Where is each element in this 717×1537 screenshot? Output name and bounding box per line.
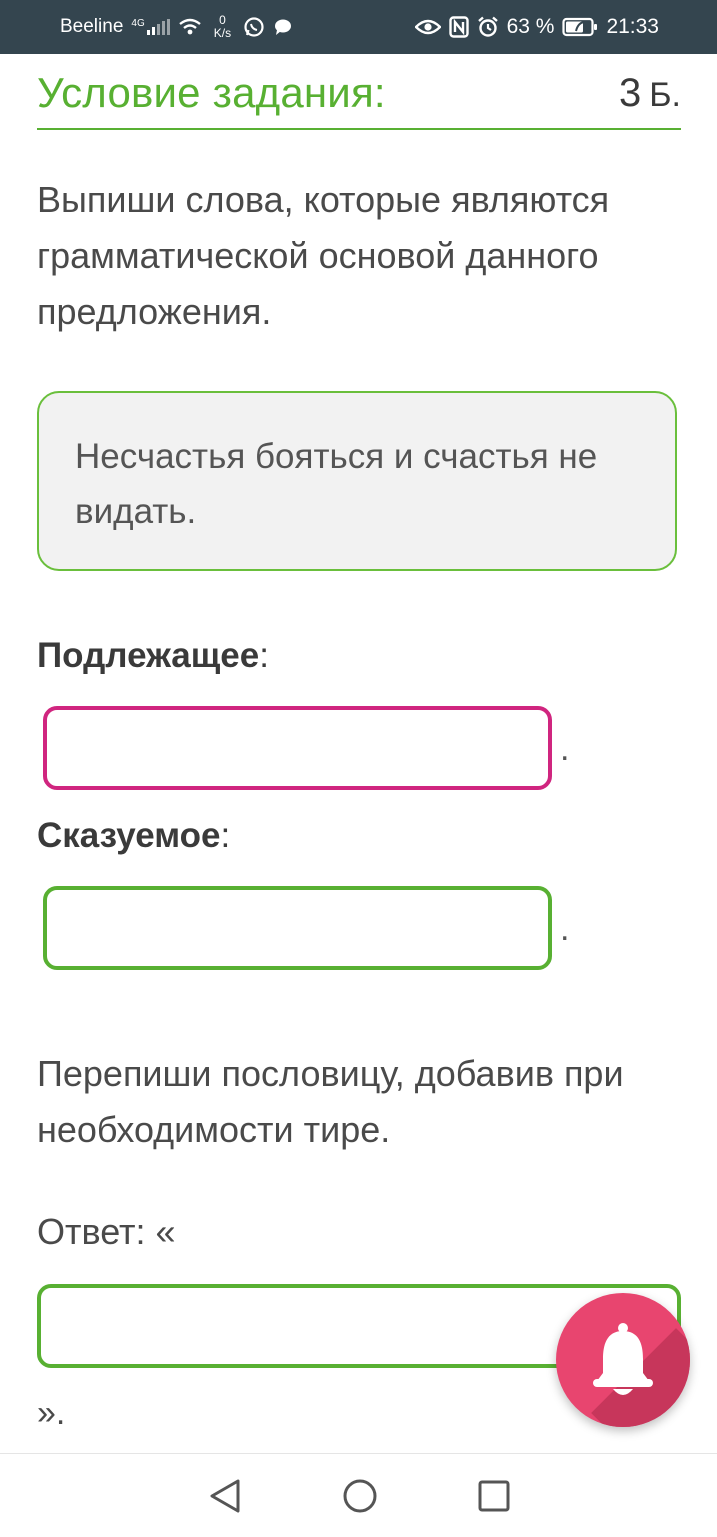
network-type: 4G <box>131 18 145 29</box>
notification-bell-button[interactable] <box>556 1293 690 1427</box>
home-icon[interactable] <box>342 1478 378 1514</box>
answer-close-quote: ». <box>37 1394 66 1432</box>
predicate-label-text: Сказуемое <box>37 816 221 855</box>
predicate-input[interactable] <box>43 886 552 970</box>
status-bar-right: 63 % 21:33 <box>414 15 659 39</box>
net-speed: 0 K/s <box>214 14 231 40</box>
sentence-box: Несчастья бояться и счастья не видать. <box>37 391 677 571</box>
eye-icon <box>414 19 441 35</box>
message-icon <box>275 19 292 35</box>
alarm-icon <box>477 16 498 37</box>
subject-label-colon: : <box>259 636 269 675</box>
task-instruction-2: Перепиши пословицу, добавив при необходи… <box>37 1053 624 1150</box>
bell-icon <box>593 1323 653 1395</box>
whatsapp-icon <box>244 17 264 37</box>
back-icon[interactable] <box>208 1478 242 1514</box>
task-title: Условие задания: <box>37 69 386 116</box>
signal-icon: 4G <box>131 18 170 35</box>
battery-percent: 63 % <box>506 15 555 38</box>
status-bar: Beeline 4G 0 K/s 63 % 21:33 <box>0 0 717 54</box>
status-bar-left: Beeline 4G 0 K/s <box>60 14 293 40</box>
navigation-bar <box>0 1453 717 1537</box>
subject-label: Подлежащее: <box>37 636 269 676</box>
points-unit: Б. <box>649 75 681 114</box>
net-speed-unit: K/s <box>213 26 232 40</box>
predicate-label-colon: : <box>220 816 231 855</box>
wifi-icon <box>178 18 201 35</box>
subject-label-text: Подлежащее <box>37 636 260 675</box>
points-value: 3 <box>618 70 642 115</box>
clock: 21:33 <box>606 15 659 38</box>
nfc-icon <box>448 16 469 38</box>
battery-icon <box>562 17 598 37</box>
task-header: Условие задания: 3 Б. <box>37 58 681 130</box>
subject-period: . <box>560 730 570 768</box>
carrier-name: Beeline <box>60 16 124 37</box>
task-instruction: Выпиши слова, которые являются грамматич… <box>37 179 610 332</box>
subject-input[interactable] <box>43 706 552 790</box>
predicate-label: Сказуемое: <box>37 816 230 856</box>
recents-icon[interactable] <box>478 1480 510 1512</box>
predicate-period: . <box>560 910 570 948</box>
task-points: 3 Б. <box>619 71 681 116</box>
answer-label: Ответ: « <box>37 1211 176 1252</box>
sentence-text: Несчастья бояться и счастья не видать. <box>75 437 598 531</box>
